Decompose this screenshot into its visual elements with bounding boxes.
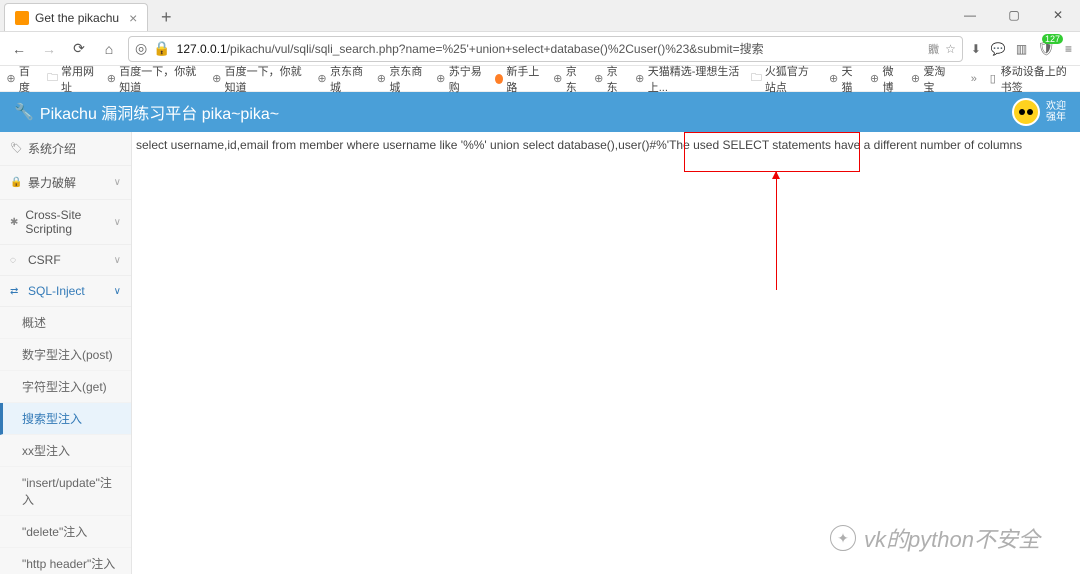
pikachu-avatar: [1012, 98, 1040, 126]
close-tab-icon[interactable]: ×: [129, 10, 137, 26]
sidebar-sub-string[interactable]: 字符型注入(get): [0, 371, 131, 403]
bookmark-item[interactable]: ⊕爱淘宝: [911, 63, 951, 95]
welcome-name: 强年: [1046, 112, 1066, 123]
download-icon[interactable]: ⬇: [971, 42, 981, 56]
bookmark-item[interactable]: ⊕微博: [870, 63, 901, 95]
bug-icon: ✱: [10, 217, 19, 228]
globe-icon: ⊕: [594, 73, 604, 85]
watermark-text: vk的python不安全: [864, 522, 1040, 554]
extension-badge-icon[interactable]: 🛡: [1037, 40, 1055, 57]
globe-icon: ⊕: [106, 73, 116, 85]
sidebar-sub-overview[interactable]: 概述: [0, 307, 131, 339]
bookmark-item[interactable]: ⊕京东商城: [376, 63, 425, 95]
fire-icon: [495, 74, 503, 84]
folder-icon: 🗀: [751, 73, 762, 85]
window-titlebar: Get the pikachu × + — ▢ ✕: [0, 0, 1080, 32]
browser-tab[interactable]: Get the pikachu ×: [4, 3, 148, 31]
sidebar-item-intro[interactable]: 🏷系统介绍: [0, 132, 131, 166]
bookmark-star-icon[interactable]: ☆: [945, 42, 956, 56]
sidebar-sub-xx[interactable]: xx型注入: [0, 435, 131, 467]
back-button[interactable]: ←: [8, 38, 30, 60]
sidebar: 🏷系统介绍 🔒暴力破解∨ ✱Cross-Site Scripting∨ ◌CSR…: [0, 132, 132, 574]
lock-icon: 🔒: [10, 177, 22, 188]
sidebar-sub-delete[interactable]: "delete"注入: [0, 516, 131, 548]
globe-icon: ⊕: [6, 73, 16, 85]
maximize-button[interactable]: ▢: [992, 0, 1036, 31]
bookmark-item[interactable]: ⊕百度一下，你就知道: [212, 63, 307, 95]
new-tab-button[interactable]: +: [154, 5, 178, 29]
library-icon[interactable]: ▥: [1016, 42, 1027, 56]
circle-icon: ◌: [10, 255, 22, 266]
bookmark-item[interactable]: ▯移动设备上的书签: [988, 63, 1074, 95]
globe-icon: ⊕: [212, 73, 222, 85]
bookmark-item[interactable]: 🗀常用网址: [47, 63, 96, 95]
tag-icon: 🏷: [10, 143, 22, 154]
bookmark-item[interactable]: ⊕百度一下，你就知道: [106, 63, 201, 95]
bookmark-item[interactable]: ⊕天猫: [829, 63, 860, 95]
sidebar-item-csrf[interactable]: ◌CSRF∨: [0, 245, 131, 276]
menu-icon[interactable]: ≡: [1065, 42, 1072, 56]
minimize-button[interactable]: —: [948, 0, 992, 31]
content-area: select username,id,email from member whe…: [132, 132, 1080, 574]
tab-title: Get the pikachu: [35, 11, 119, 25]
bookmark-item[interactable]: ⊕京东: [553, 63, 584, 95]
url-text: 127.0.0.1/pikachu/vul/sqli/sqli_search.p…: [177, 40, 922, 57]
globe-icon: ⊕: [436, 73, 446, 85]
key-icon: 🔧: [14, 102, 34, 122]
bookmark-item[interactable]: ⊕京东: [594, 63, 625, 95]
folder-icon: 🗀: [47, 73, 58, 85]
chevron-down-icon: ∨: [114, 255, 121, 266]
toolbar-actions: ⬇ 💬 ▥ 🛡 ≡: [971, 40, 1072, 57]
globe-icon: ⊕: [870, 73, 880, 85]
globe-icon: ⊕: [553, 73, 563, 85]
bookmark-item[interactable]: 新手上路: [495, 63, 543, 95]
reader-icon[interactable]: 覹: [928, 41, 939, 57]
wechat-icon: ✦: [830, 525, 856, 551]
bookmark-item[interactable]: ⊕百度: [6, 63, 37, 95]
chat-icon[interactable]: 💬: [991, 42, 1006, 56]
sidebar-item-sqli[interactable]: ⇄SQL-Inject∨: [0, 276, 131, 307]
globe-icon: ⊕: [317, 73, 327, 85]
globe-icon: ⊕: [829, 73, 839, 85]
welcome-text: 欢迎: [1046, 101, 1066, 112]
sidebar-sub-search[interactable]: 搜索型注入: [0, 403, 131, 435]
window-controls: — ▢ ✕: [948, 0, 1080, 31]
chevron-down-icon: ∨: [114, 217, 121, 228]
mobile-icon: ▯: [988, 73, 998, 85]
watermark: ✦ vk的python不安全: [830, 522, 1040, 554]
sidebar-sub-header[interactable]: "http header"注入: [0, 548, 131, 574]
app-title: Pikachu 漏洞练习平台 pika~pika~: [40, 100, 279, 124]
sidebar-sub-numeric[interactable]: 数字型注入(post): [0, 339, 131, 371]
sidebar-item-xss[interactable]: ✱Cross-Site Scripting∨: [0, 200, 131, 245]
bookmark-bar: ⊕百度 🗀常用网址 ⊕百度一下，你就知道 ⊕百度一下，你就知道 ⊕京东商城 ⊕京…: [0, 66, 1080, 92]
bookmark-overflow[interactable]: »: [971, 73, 978, 85]
globe-icon: ⊕: [911, 73, 921, 85]
address-bar[interactable]: ◎ 🔒 127.0.0.1/pikachu/vul/sqli/sqli_sear…: [128, 36, 963, 62]
db-icon: ⇄: [10, 286, 22, 297]
globe-icon: ⊕: [376, 73, 386, 85]
bookmark-item[interactable]: ⊕苏宁易购: [436, 63, 485, 95]
browser-toolbar: ← → ⟳ ⌂ ◎ 🔒 127.0.0.1/pikachu/vul/sqli/s…: [0, 32, 1080, 66]
lock-icon: 🔒: [153, 40, 170, 57]
bookmark-item[interactable]: ⊕天猫精选-理想生活上...: [635, 63, 741, 95]
chevron-down-icon: ∨: [114, 286, 121, 297]
forward-button[interactable]: →: [38, 38, 60, 60]
close-button[interactable]: ✕: [1036, 0, 1080, 31]
annotation-arrow: [776, 172, 777, 290]
sidebar-sub-insert[interactable]: "insert/update"注入: [0, 467, 131, 516]
favicon: [15, 11, 29, 25]
home-button[interactable]: ⌂: [98, 38, 120, 60]
reload-button[interactable]: ⟳: [68, 38, 90, 60]
bookmark-item[interactable]: 🗀火狐官方站点: [751, 63, 819, 95]
app-header: 🔧 Pikachu 漏洞练习平台 pika~pika~ 欢迎 强年: [0, 92, 1080, 132]
shield-icon: ◎: [135, 40, 147, 57]
sql-error-text: select username,id,email from member whe…: [136, 138, 1080, 152]
tab-strip: Get the pikachu × +: [0, 3, 178, 31]
chevron-down-icon: ∨: [114, 177, 121, 188]
sidebar-item-brute[interactable]: 🔒暴力破解∨: [0, 166, 131, 200]
globe-icon: ⊕: [635, 73, 645, 85]
bookmark-item[interactable]: ⊕京东商城: [317, 63, 366, 95]
user-area[interactable]: 欢迎 强年: [1012, 98, 1066, 126]
